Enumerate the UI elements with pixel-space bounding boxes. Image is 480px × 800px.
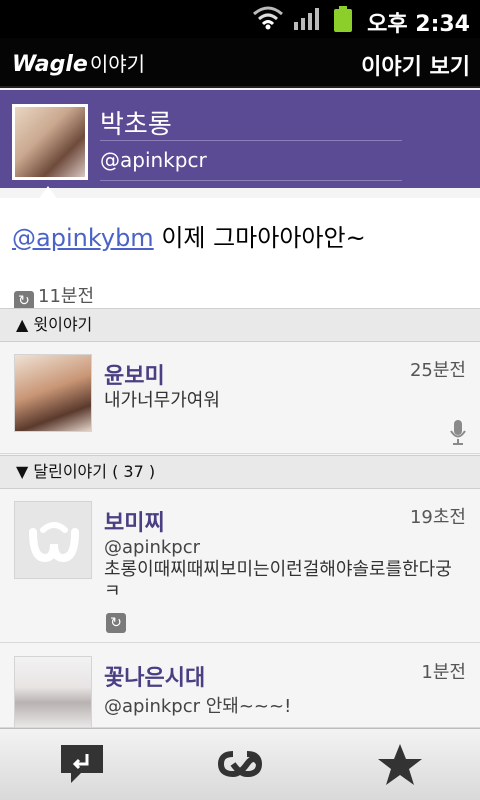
reply-icon[interactable]: [57, 741, 107, 787]
app-bar: Wagle 이야기 이야기 보기: [0, 38, 480, 88]
retweet-small-icon: ↻: [106, 613, 126, 633]
profile-avatar[interactable]: [12, 104, 88, 180]
item-text: 초롱이때찌때찌보미는이런걸해야솔로를한다궁ㅋ: [104, 559, 452, 602]
wifi-icon: [253, 6, 283, 30]
favorite-icon[interactable]: [375, 741, 425, 787]
message-content: 이제 그마아아아안~: [153, 224, 366, 252]
logo-sub: 이야기: [89, 52, 146, 76]
profile-handle[interactable]: @apinkpcr: [100, 148, 207, 172]
message-text: @apinkybm 이제 그마아아아안~: [12, 218, 366, 253]
profile-name[interactable]: 박초롱: [100, 104, 172, 141]
logo-main: Wagle: [12, 52, 88, 77]
item-time: 19초전: [409, 507, 466, 528]
app-logo[interactable]: Wagle 이야기: [12, 48, 145, 77]
section-parent-header[interactable]: ▲ 윗이야기: [0, 308, 480, 342]
item-time: 25분전: [409, 360, 466, 381]
section-replies-header[interactable]: ▼ 달린이야기 ( 37 ): [0, 455, 480, 489]
list-item[interactable]: 보미찌 19초전 @apinkpcr 초롱이때찌때찌보미는이런걸해야솔로를한다궁…: [0, 489, 480, 643]
signal-icon: [294, 8, 319, 30]
avatar[interactable]: [14, 354, 92, 432]
profile-header: 박초롱 @apinkpcr: [0, 90, 480, 188]
item-time: 1분전: [421, 662, 466, 683]
list-item[interactable]: 윤보미 25분전 내가너무가여워: [0, 342, 480, 454]
battery-icon: [334, 6, 352, 32]
divider: [100, 180, 402, 181]
mention-link[interactable]: @apinkybm: [12, 224, 154, 252]
default-avatar[interactable]: [14, 501, 92, 579]
page-title: 이야기 보기: [361, 55, 470, 80]
avatar[interactable]: [14, 656, 92, 727]
item-name[interactable]: 윤보미: [104, 358, 165, 390]
message-time-label: 11분전: [38, 286, 95, 307]
microphone-icon: [450, 420, 466, 445]
item-name[interactable]: 꽃나은시대: [104, 660, 205, 692]
divider: [100, 140, 402, 141]
item-handle[interactable]: @apinkpcr 안돼~~~!: [104, 692, 291, 718]
status-time: 오후 2:34: [367, 12, 470, 37]
message-body: @apinkybm 이제 그마아아아안~ ↻ 11분전: [0, 198, 480, 311]
item-text: 내가너무가여워: [104, 390, 220, 411]
wagle-logo-icon: [29, 522, 79, 563]
item-handle[interactable]: @apinkpcr: [104, 537, 200, 558]
message-time: ↻ 11분전: [14, 282, 94, 311]
bottom-toolbar: [0, 728, 480, 800]
list-item[interactable]: 꽃나은시대 1분전 @apinkpcr 안돼~~~!: [0, 644, 480, 728]
item-name[interactable]: 보미찌: [104, 505, 165, 537]
retweet-icon[interactable]: [215, 741, 265, 787]
status-bar: 오후 2:34: [0, 0, 480, 38]
